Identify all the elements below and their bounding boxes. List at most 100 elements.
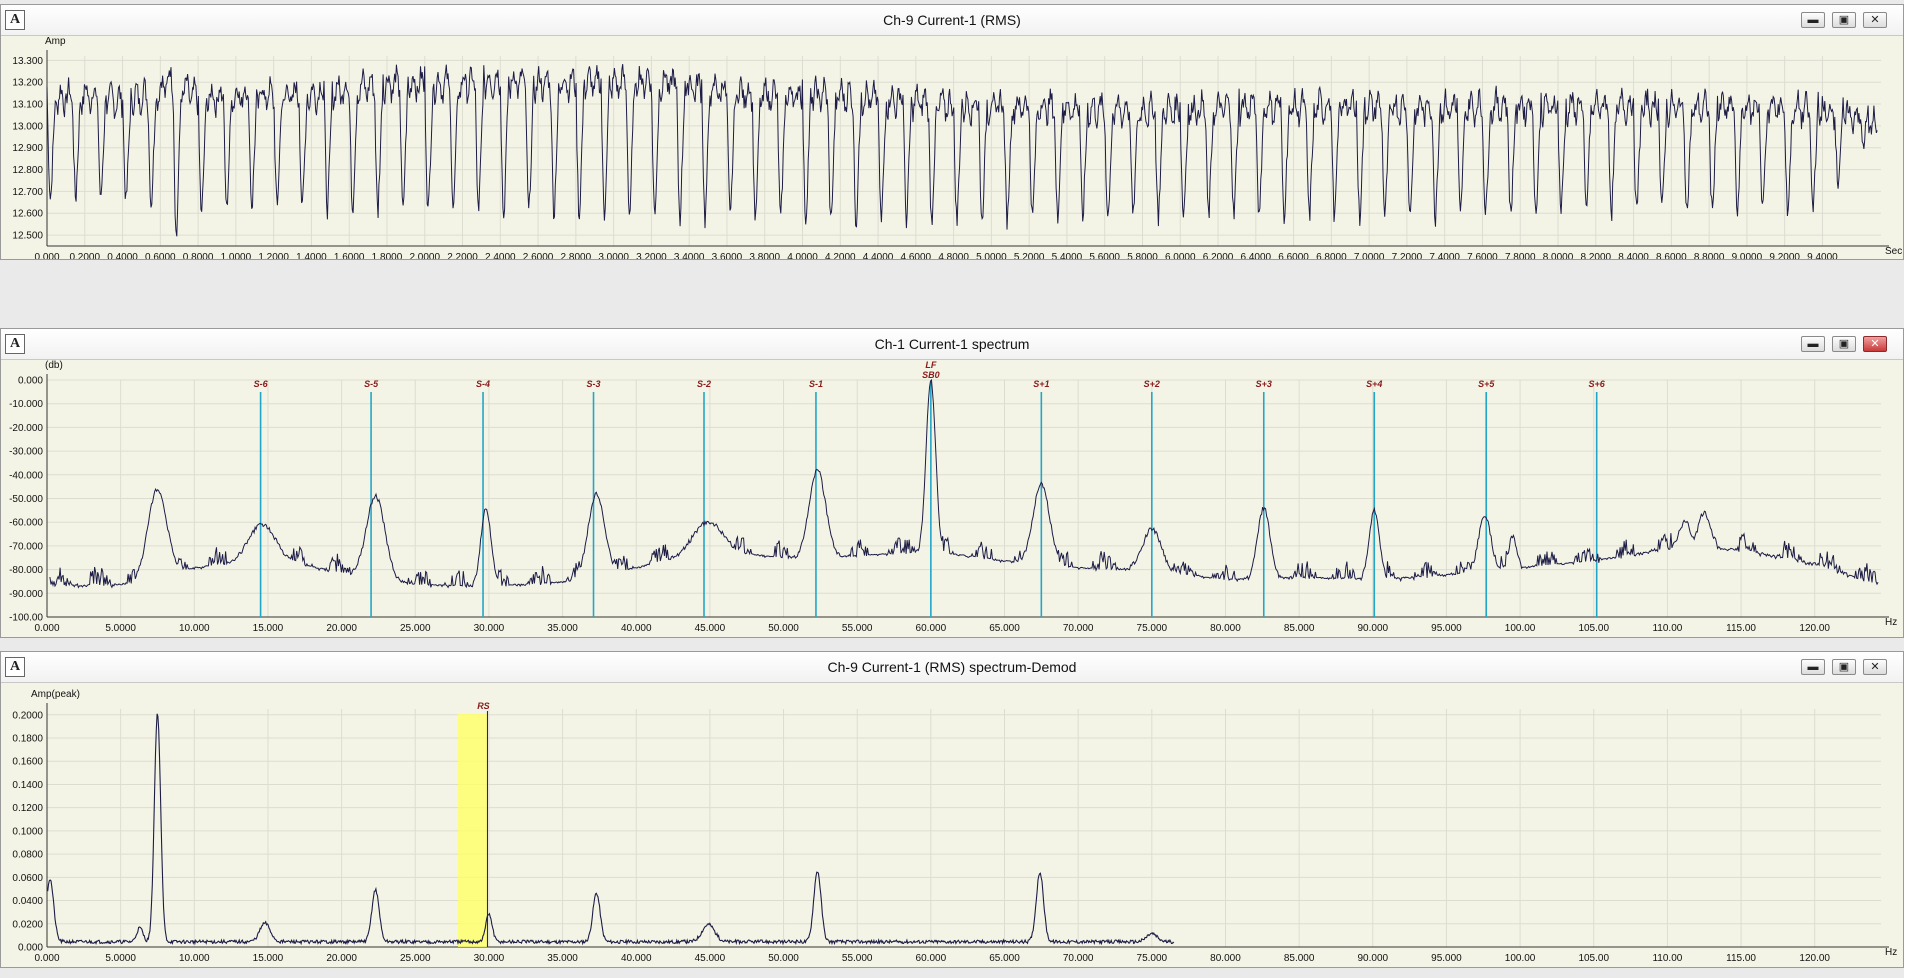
desktop-edge xyxy=(1904,0,1920,978)
demod-spectrum-plot[interactable]: 0.2000 0.1800 0.1600 0.1400 0.1200 0.1000 0.08… xyxy=(1,683,1903,967)
y-tick-label: 13.000 xyxy=(12,121,43,132)
y-axis-label: Amp xyxy=(45,36,66,47)
x-tick-label: 55.000 xyxy=(842,623,873,634)
x-tick-label: 50.000 xyxy=(768,623,799,634)
line-frequency-label: LF xyxy=(925,360,936,370)
close-icon[interactable]: ✕ xyxy=(1863,336,1887,352)
y-tick-label: 0.1600 xyxy=(12,757,43,768)
x-tick-label: 5.6000 xyxy=(1089,252,1120,260)
x-tick-label: 85.000 xyxy=(1284,953,1315,964)
y-tick-label: -40.000 xyxy=(9,470,43,481)
y-tick-label: -20.000 xyxy=(9,423,43,434)
y-tick-label: 0.000 xyxy=(18,943,43,954)
x-tick-label: 45.000 xyxy=(695,623,726,634)
x-tick-label: 5.0000 xyxy=(105,623,136,634)
x-tick-label: 90.000 xyxy=(1357,623,1388,634)
panel-titlebar[interactable]: A Ch-1 Current-1 spectrum ▬ ▣ ✕ xyxy=(1,329,1903,360)
x-tick-label: 1.6000 xyxy=(334,252,365,260)
x-tick-label: 95.000 xyxy=(1431,953,1462,964)
panel-titlebar[interactable]: A Ch-9 Current-1 (RMS) ▬ ▣ ✕ xyxy=(1,5,1903,36)
maximize-icon[interactable]: ▣ xyxy=(1832,336,1856,352)
highlight-band xyxy=(457,714,488,947)
x-tick-label: 7.0000 xyxy=(1354,252,1385,260)
x-tick-label: 10.000 xyxy=(179,953,210,964)
x-tick-label: 75.000 xyxy=(1137,623,1168,634)
x-tick-label: 10.000 xyxy=(179,623,210,634)
panel-titlebar[interactable]: A Ch-9 Current-1 (RMS) spectrum-Demod ▬ … xyxy=(1,652,1903,683)
x-tick-label: 5.0000 xyxy=(976,252,1007,260)
time-waveform-panel: A Ch-9 Current-1 (RMS) ▬ ▣ ✕ 13.300 13.20… xyxy=(0,4,1904,260)
x-tick-label: 5.8000 xyxy=(1127,252,1158,260)
x-tick-label: 100.00 xyxy=(1505,623,1536,634)
sideband-marker-label: S-6 xyxy=(254,379,269,389)
x-tick-label: 4.4000 xyxy=(863,252,894,260)
y-tick-label: -10.000 xyxy=(9,399,43,410)
demod-spectrum-panel: A Ch-9 Current-1 (RMS) spectrum-Demod ▬ … xyxy=(0,651,1904,968)
x-tick-label: 2.0000 xyxy=(409,252,440,260)
x-tick-label: 0.8000 xyxy=(183,252,214,260)
time-waveform-plot[interactable]: 13.300 13.200 13.100 13.000 12.900 12.800 12.7… xyxy=(1,36,1903,259)
x-tick-label: 15.000 xyxy=(253,623,284,634)
panel-title: Ch-1 Current-1 spectrum xyxy=(874,336,1030,352)
x-tick-label: 70.000 xyxy=(1063,953,1094,964)
x-tick-label: 8.0000 xyxy=(1543,252,1574,260)
sideband-marker-label: S-3 xyxy=(587,379,601,389)
x-tick-label: 4.6000 xyxy=(901,252,932,260)
sideband-marker-label: S-2 xyxy=(697,379,711,389)
x-tick-label: 7.8000 xyxy=(1505,252,1536,260)
y-tick-label: 0.000 xyxy=(18,376,43,387)
sideband-marker-label: S-4 xyxy=(476,379,490,389)
maximize-icon[interactable]: ▣ xyxy=(1832,659,1856,675)
x-tick-label: 95.000 xyxy=(1431,623,1462,634)
sideband-marker-label: S-5 xyxy=(364,379,379,389)
spectrum-plot[interactable]: 0.000 -10.000 -20.000 -30.000 -40.000 -50.000… xyxy=(1,360,1903,637)
y-tick-label: 12.900 xyxy=(12,143,43,154)
x-tick-label: 7.6000 xyxy=(1467,252,1498,260)
x-tick-label: 3.2000 xyxy=(636,252,667,260)
minimize-icon[interactable]: ▬ xyxy=(1801,12,1825,28)
x-axis-label: Hz xyxy=(1885,617,1897,628)
plot-area xyxy=(47,709,1881,947)
x-tick-label: 8.2000 xyxy=(1580,252,1611,260)
x-tick-label: 2.4000 xyxy=(485,252,516,260)
y-tick-label: 0.0800 xyxy=(12,850,43,861)
x-tick-label: 110.00 xyxy=(1652,953,1682,964)
y-tick-label: -100.00 xyxy=(9,613,43,624)
x-tick-label: 65.000 xyxy=(989,623,1020,634)
x-tick-label: 120.00 xyxy=(1799,623,1830,634)
close-icon[interactable]: ✕ xyxy=(1863,659,1887,675)
sideband-marker-label: S+5 xyxy=(1478,379,1495,389)
maximize-icon[interactable]: ▣ xyxy=(1832,12,1856,28)
minimize-icon[interactable]: ▬ xyxy=(1801,336,1825,352)
x-tick-label: 6.2000 xyxy=(1203,252,1234,260)
y-tick-label: 0.2000 xyxy=(12,710,43,721)
y-tick-label: -60.000 xyxy=(9,518,43,529)
x-tick-label: 20.000 xyxy=(326,953,357,964)
y-tick-label: 0.1200 xyxy=(12,803,43,814)
x-tick-label: 40.000 xyxy=(621,953,652,964)
x-tick-label: 3.4000 xyxy=(674,252,705,260)
x-tick-label: 35.000 xyxy=(547,623,578,634)
y-tick-label: 13.300 xyxy=(12,56,43,67)
minimize-icon[interactable]: ▬ xyxy=(1801,659,1825,675)
x-tick-label: 90.000 xyxy=(1357,953,1388,964)
x-tick-label: 75.000 xyxy=(1137,953,1168,964)
x-tick-label: 6.6000 xyxy=(1278,252,1309,260)
y-tick-label: 0.0600 xyxy=(12,873,43,884)
x-tick-label: 25.000 xyxy=(400,953,431,964)
y-tick-label: 12.800 xyxy=(12,165,43,176)
close-icon[interactable]: ✕ xyxy=(1863,12,1887,28)
spectrum-chart: 0.000 -10.000 -20.000 -30.000 -40.000 -50.000… xyxy=(9,360,1897,634)
x-tick-label: 80.000 xyxy=(1210,623,1241,634)
x-tick-label: 3.8000 xyxy=(749,252,780,260)
y-tick-label: 13.100 xyxy=(12,100,43,111)
x-tick-label: 60.000 xyxy=(916,953,947,964)
x-tick-label: 7.4000 xyxy=(1429,252,1460,260)
y-tick-label: -90.000 xyxy=(9,589,43,600)
x-tick-label: 1.0000 xyxy=(221,252,252,260)
x-tick-label: 2.8000 xyxy=(561,252,592,260)
sideband-marker-label: S-1 xyxy=(809,379,823,389)
panel-title: Ch-9 Current-1 (RMS) spectrum-Demod xyxy=(827,659,1077,675)
x-tick-label: 0.6000 xyxy=(145,252,176,260)
x-tick-label: 35.000 xyxy=(547,953,578,964)
